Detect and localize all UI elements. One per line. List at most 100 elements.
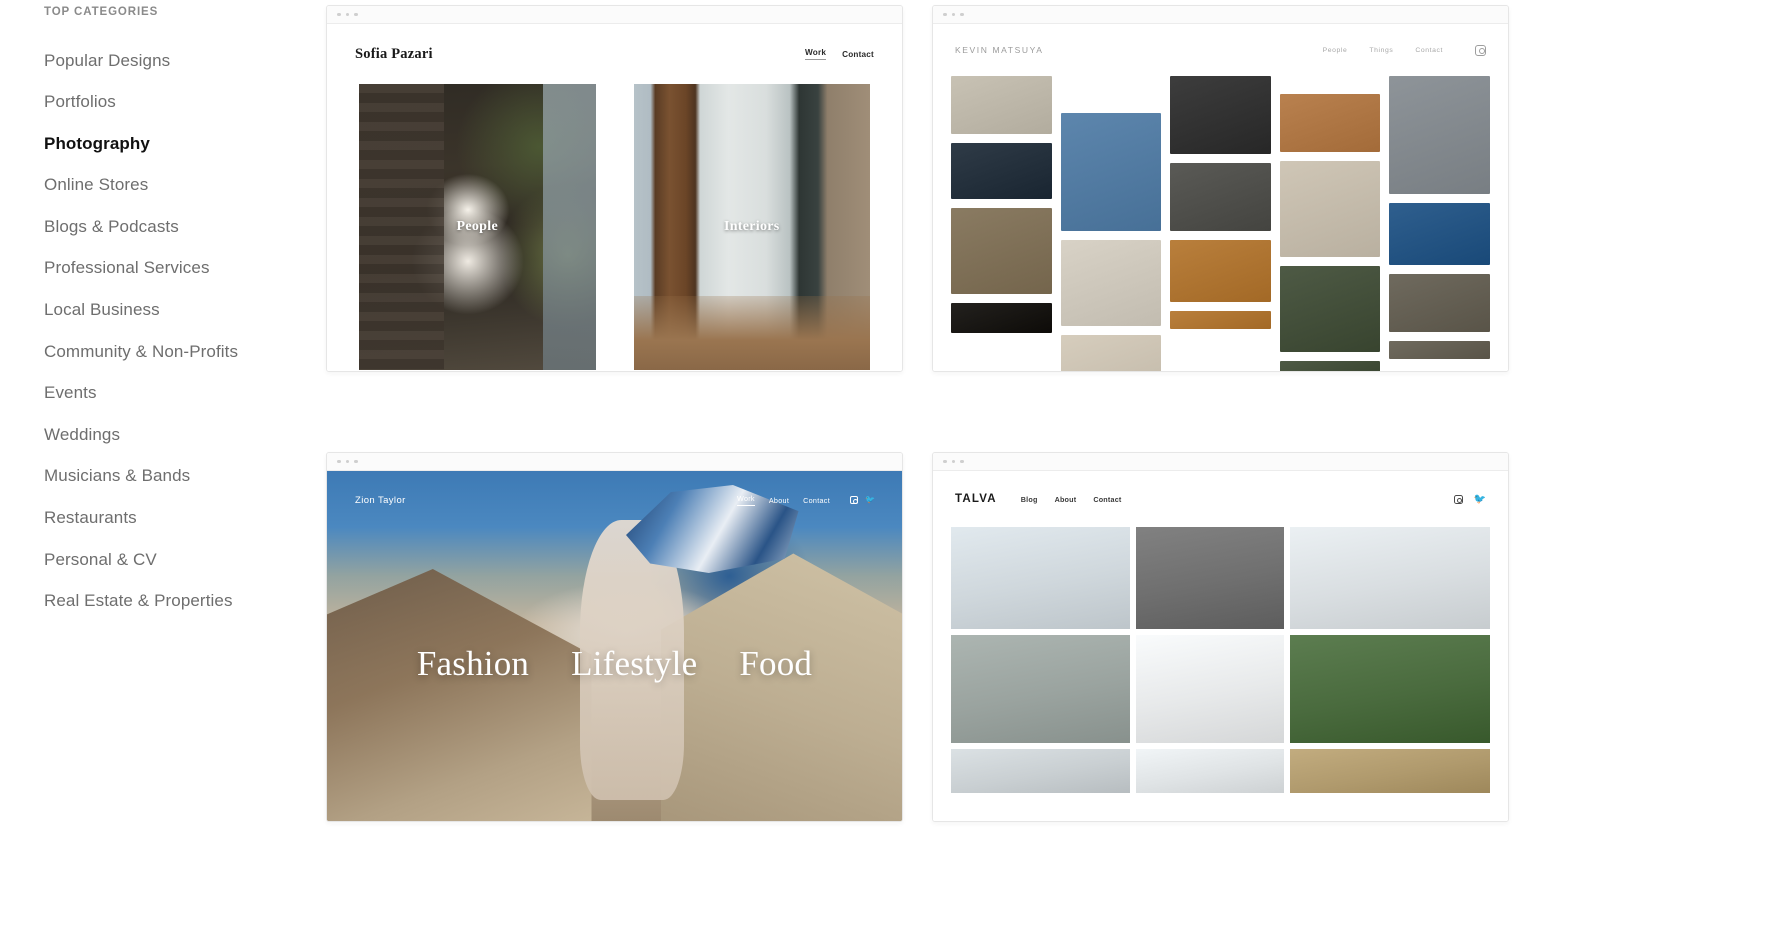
- preview-tile-people[interactable]: People: [359, 84, 596, 370]
- photo-thumbnail[interactable]: [1170, 311, 1271, 329]
- sidebar-item-real-estate-properties[interactable]: Real Estate & Properties: [44, 581, 326, 623]
- sidebar-item-weddings[interactable]: Weddings: [44, 414, 326, 456]
- photo-thumbnail[interactable]: [1279, 161, 1381, 257]
- photo-thumbnail[interactable]: [951, 303, 1052, 333]
- preview-hero: Zion Taylor Work About Contact 🐦 Fashion…: [327, 471, 902, 821]
- photo-thumbnail[interactable]: [1170, 163, 1271, 231]
- template-card-talva[interactable]: TALVA Blog About Contact 🐦: [932, 452, 1509, 822]
- photo-thumbnail[interactable]: [1389, 341, 1490, 359]
- nav-link-contact[interactable]: Contact: [1415, 47, 1443, 54]
- twitter-icon[interactable]: 🐦: [1474, 494, 1486, 504]
- photo-thumbnail[interactable]: [1289, 527, 1490, 629]
- window-dot: [354, 459, 358, 464]
- photo-thumbnail[interactable]: [951, 749, 1131, 793]
- twitter-icon[interactable]: 🐦: [865, 496, 875, 504]
- photo-thumbnail[interactable]: [1279, 361, 1381, 371]
- tile-caption-interiors: Interiors: [723, 219, 780, 234]
- preview-logo: Zion Taylor: [355, 494, 406, 506]
- templates-gallery-page: TOP CATEGORIES Popular Designs Portfolio…: [0, 0, 1772, 929]
- nav-link-contact[interactable]: Contact: [1093, 495, 1121, 504]
- instagram-icon[interactable]: [850, 496, 858, 504]
- photo-thumbnail[interactable]: [1060, 335, 1162, 371]
- window-dot: [337, 12, 341, 17]
- window-dot: [345, 459, 349, 464]
- sidebar-item-photography[interactable]: Photography: [44, 123, 326, 165]
- template-card-kevin-matsuya[interactable]: KEVIN MATSUYA People Things Contact: [932, 5, 1509, 372]
- social-links: 🐦: [1453, 494, 1486, 504]
- template-preview: TALVA Blog About Contact 🐦: [933, 471, 1508, 821]
- sidebar-item-blogs-podcasts[interactable]: Blogs & Podcasts: [44, 206, 326, 248]
- photo-thumbnail[interactable]: [1060, 113, 1162, 231]
- window-dot: [345, 12, 349, 17]
- template-gallery: Sofia Pazari Work Contact People Interio…: [326, 0, 1772, 929]
- social-links: 🐦: [850, 496, 875, 504]
- window-dot: [960, 459, 964, 464]
- photo-thumbnail[interactable]: [1060, 240, 1162, 326]
- template-card-sofia-pazari[interactable]: Sofia Pazari Work Contact People Interio…: [326, 5, 903, 372]
- sidebar-item-musicians-bands[interactable]: Musicians & Bands: [44, 456, 326, 498]
- photo-thumbnail[interactable]: [1136, 635, 1284, 743]
- browser-chrome-bar: [327, 6, 902, 24]
- photo-thumbnail[interactable]: [1289, 749, 1490, 793]
- instagram-icon[interactable]: [1453, 494, 1463, 504]
- template-preview: KEVIN MATSUYA People Things Contact: [933, 24, 1508, 371]
- window-dot: [943, 459, 947, 464]
- nav-link-contact[interactable]: Contact: [842, 50, 874, 59]
- sidebar-item-restaurants[interactable]: Restaurants: [44, 497, 326, 539]
- window-dot: [951, 12, 955, 17]
- nav-link-contact[interactable]: Contact: [803, 496, 830, 505]
- photo-thumbnail[interactable]: [951, 635, 1131, 743]
- sidebar-item-professional-services[interactable]: Professional Services: [44, 248, 326, 290]
- preview-nav-links: People Things Contact: [1323, 44, 1486, 56]
- window-dot: [960, 12, 964, 17]
- sidebar-item-personal-cv[interactable]: Personal & CV: [44, 539, 326, 581]
- photo-thumbnail[interactable]: [1289, 635, 1490, 743]
- photo-thumbnail[interactable]: [1136, 749, 1284, 793]
- sidebar-item-events[interactable]: Events: [44, 373, 326, 415]
- sidebar-heading: TOP CATEGORIES: [44, 6, 159, 18]
- template-grid: Sofia Pazari Work Contact People Interio…: [326, 5, 1772, 822]
- tile-caption-people: People: [456, 219, 498, 234]
- preview-tile-interiors[interactable]: Interiors: [633, 84, 870, 370]
- preview-nav-links: Work About Contact 🐦: [736, 494, 875, 506]
- window-dot: [951, 459, 955, 464]
- preview-nav-left: TALVA Blog About Contact: [955, 493, 1121, 505]
- browser-chrome-bar: [933, 6, 1508, 24]
- browser-chrome-bar: [933, 453, 1508, 471]
- hero-word-lifestyle: Lifestyle: [571, 644, 698, 683]
- template-preview: Zion Taylor Work About Contact 🐦 Fashion…: [327, 471, 902, 821]
- window-dot: [354, 12, 358, 17]
- photo-thumbnail[interactable]: [951, 527, 1131, 629]
- sidebar-item-community-non-profits[interactable]: Community & Non-Profits: [44, 331, 326, 373]
- photo-thumbnail[interactable]: [951, 76, 1052, 134]
- hero-word-food: Food: [739, 644, 813, 683]
- photo-thumbnail[interactable]: [951, 143, 1052, 199]
- photo-thumbnail[interactable]: [1136, 527, 1284, 629]
- preview-navbar: KEVIN MATSUYA People Things Contact: [933, 24, 1508, 76]
- photo-thumbnail[interactable]: [1389, 274, 1490, 332]
- nav-link-about[interactable]: About: [769, 496, 789, 505]
- nav-link-work[interactable]: Work: [804, 48, 827, 60]
- photo-thumbnail[interactable]: [1279, 266, 1381, 352]
- nav-link-people[interactable]: People: [1323, 47, 1348, 54]
- photo-thumbnail[interactable]: [1389, 76, 1490, 194]
- photo-thumbnail[interactable]: [1389, 203, 1490, 265]
- nav-link-blog[interactable]: Blog: [1021, 495, 1038, 504]
- category-list: Popular Designs Portfolios Photography O…: [44, 40, 326, 622]
- template-card-zion-taylor[interactable]: Zion Taylor Work About Contact 🐦 Fashion…: [326, 452, 903, 822]
- sidebar-item-online-stores[interactable]: Online Stores: [44, 165, 326, 207]
- photo-thumbnail[interactable]: [1279, 94, 1381, 152]
- nav-link-about[interactable]: About: [1055, 495, 1077, 504]
- sidebar-item-portfolios[interactable]: Portfolios: [44, 82, 326, 124]
- photo-thumbnail[interactable]: [1170, 240, 1271, 302]
- sidebar-item-popular-designs[interactable]: Popular Designs: [44, 40, 326, 82]
- nav-link-work[interactable]: Work: [736, 494, 755, 506]
- masonry-column: [1389, 76, 1490, 359]
- photo-thumbnail[interactable]: [951, 208, 1052, 294]
- nav-link-things[interactable]: Things: [1369, 47, 1393, 54]
- sidebar-item-local-business[interactable]: Local Business: [44, 289, 326, 331]
- photo-thumbnail[interactable]: [1170, 76, 1271, 154]
- instagram-icon[interactable]: [1475, 44, 1486, 56]
- masonry-column: [951, 76, 1052, 333]
- preview-navbar: Zion Taylor Work About Contact 🐦: [327, 471, 902, 529]
